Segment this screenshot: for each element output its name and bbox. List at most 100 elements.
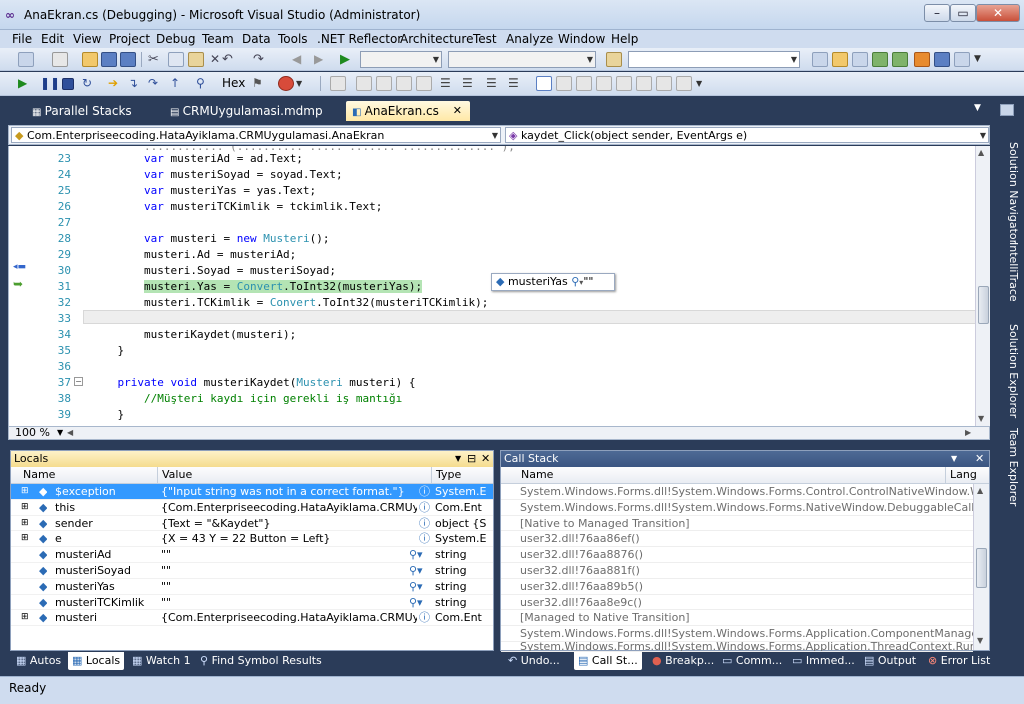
zoom-chevron-down-icon[interactable]: ▼ — [57, 427, 63, 439]
solution-configuration-combo[interactable]: ▼ — [360, 51, 442, 68]
tab-breakpoints[interactable]: ● Breakp... — [648, 652, 718, 670]
magnifier-icon[interactable]: ⚲▾ — [409, 595, 423, 610]
continue-debug-icon[interactable]: ▶ — [340, 52, 356, 67]
table-row[interactable]: ◆ musteriSoyad "" ⚲▾ string — [11, 563, 493, 579]
close-icon[interactable]: ✕ — [975, 451, 984, 467]
redo-icon[interactable]: ↷ — [253, 52, 269, 67]
comment-lines-icon[interactable]: ☰ — [486, 76, 502, 91]
increase-indent-icon[interactable]: ☰ — [462, 76, 478, 91]
tab-locals[interactable]: ▦ Locals — [68, 652, 125, 670]
tab-error-list[interactable]: ⊗ Error List — [924, 652, 994, 670]
member-list-icon[interactable] — [356, 76, 372, 91]
new-project-icon[interactable] — [18, 52, 34, 67]
rail-tab-intellitrace[interactable]: IntelliTrace — [998, 238, 1020, 306]
tab-output[interactable]: ▤ Output — [860, 652, 920, 670]
table-row[interactable]: ⊞ ◆ e {X = 43 Y = 22 Button = Left} ⓘ Sy… — [11, 531, 493, 548]
table-row[interactable]: ⊞ ◆ sender {Text = "&Kaydet"} ⓘ object {… — [11, 516, 493, 532]
menu-debug[interactable]: Debug — [156, 31, 195, 47]
menu-architecture[interactable]: Architecture — [400, 31, 473, 47]
hex-display-toggle[interactable]: Hex — [222, 75, 245, 92]
continue-icon[interactable]: ▶ — [18, 76, 34, 91]
solution-navigator-icon[interactable] — [1000, 104, 1014, 116]
code-editor[interactable]: ............ (.......... ..... ....... .… — [8, 146, 990, 426]
save-icon[interactable] — [101, 52, 117, 67]
undo-icon[interactable]: ↶ — [222, 52, 238, 67]
column-header-language[interactable]: Lang — [945, 467, 977, 483]
collapse-region-icon[interactable]: − — [74, 377, 83, 386]
bookmark-icon[interactable] — [536, 76, 552, 91]
menu-data[interactable]: Data — [242, 31, 271, 47]
pin-icon[interactable]: ⊟ — [467, 451, 476, 467]
next-bookmark-in-folder-icon[interactable] — [616, 76, 632, 91]
column-header-name[interactable]: Name — [23, 467, 55, 483]
scroll-left-icon[interactable]: ◀ — [67, 427, 73, 439]
tab-watch-1[interactable]: ▦ Watch 1 — [128, 652, 195, 670]
table-row[interactable]: ◆ musteriTCKimlik "" ⚲▾ string — [11, 595, 493, 611]
tab-parallel-stacks[interactable]: ▦ Parallel Stacks — [26, 101, 138, 121]
list-item[interactable]: [Native to Managed Transition] — [501, 516, 973, 532]
list-item[interactable]: System.Windows.Forms.dll!System.Windows.… — [501, 500, 973, 516]
window-layout-icon[interactable] — [954, 52, 970, 67]
list-item[interactable]: [Managed to Native Transition] — [501, 610, 973, 627]
editor-vertical-scrollbar[interactable]: ▲ ▼ — [975, 146, 990, 426]
list-item[interactable]: System.Windows.Forms.dll!System.Windows.… — [501, 484, 973, 500]
menu-test[interactable]: Test — [473, 31, 497, 47]
step-into-icon[interactable]: ↴ — [128, 76, 144, 91]
paste-icon[interactable] — [188, 52, 204, 67]
breakpoints-menu-chevron-down-icon[interactable]: ▼ — [296, 76, 312, 91]
minimize-button[interactable]: – — [924, 4, 950, 22]
magnifier-icon[interactable]: ⚲▾ — [409, 579, 423, 594]
member-combo[interactable]: ◈ kaydet_Click(object sender, EventArgs … — [505, 127, 989, 143]
tab-crmuygulamasi-mdmp[interactable]: ▤ CRMUygulamasi.mdmp — [164, 101, 329, 121]
extension-manager-icon[interactable] — [914, 52, 930, 67]
find-in-files-icon[interactable] — [606, 52, 622, 67]
decrease-indent-icon[interactable]: ☰ — [440, 76, 456, 91]
menu-file[interactable]: File — [12, 31, 32, 47]
tab-call-stack[interactable]: ▤ Call St... — [574, 652, 642, 670]
break-all-icon[interactable]: ❚❚ — [40, 76, 60, 91]
restart-icon[interactable]: ↻ — [82, 76, 98, 91]
tab-overflow-chevron-down-icon[interactable]: ▼ — [974, 103, 981, 113]
table-row[interactable]: ⊞ ◆ musteri {Com.Enterpriseecoding.HataA… — [11, 610, 493, 627]
parameter-info-icon[interactable] — [376, 76, 392, 91]
maximize-button[interactable]: ▭ — [950, 4, 976, 22]
rail-tab-team-explorer[interactable]: Team Explorer — [998, 424, 1020, 510]
quick-info-icon[interactable] — [396, 76, 412, 91]
copy-icon[interactable] — [168, 52, 184, 67]
save-all-icon[interactable] — [120, 52, 136, 67]
list-item[interactable]: user32.dll!76aa86ef() — [501, 531, 973, 548]
bookmark-window-icon[interactable] — [676, 76, 692, 91]
command-window-icon[interactable] — [934, 52, 950, 67]
expand-icon[interactable]: ⊞ — [21, 531, 29, 546]
complete-word-icon[interactable] — [416, 76, 432, 91]
previous-bookmark-icon[interactable] — [556, 76, 572, 91]
add-item-icon[interactable] — [52, 52, 68, 67]
tab-immediate-window[interactable]: ▭ Immed... — [788, 652, 859, 670]
navigate-forward-icon[interactable]: ▶ — [314, 52, 330, 67]
menu-tools[interactable]: Tools — [278, 31, 308, 47]
tab-undo[interactable]: ↶ Undo... — [504, 652, 564, 670]
toggle-task-list-icon[interactable] — [656, 76, 672, 91]
expand-icon[interactable]: ⊞ — [21, 500, 29, 515]
scroll-thumb[interactable] — [976, 548, 987, 588]
step-over-icon[interactable]: ↷ — [148, 76, 164, 91]
class-combo[interactable]: ◆ Com.Enterpriseecoding.HataAyiklama.CRM… — [11, 127, 501, 143]
tab-find-symbol-results[interactable]: ⚲ Find Symbol Results — [196, 652, 326, 670]
scroll-down-icon[interactable]: ▼ — [978, 414, 984, 423]
magnifier-icon[interactable]: ⚲▾ — [409, 547, 423, 562]
menu-help[interactable]: Help — [611, 31, 638, 47]
scroll-thumb[interactable] — [978, 286, 989, 324]
column-header-name[interactable]: Name — [521, 467, 553, 483]
stop-debugging-icon[interactable] — [62, 78, 74, 90]
zoom-level[interactable]: 100 % — [15, 427, 50, 439]
table-row[interactable]: ◆ musteriYas "" ⚲▾ string — [11, 579, 493, 595]
tab-close-icon[interactable]: ✕ — [453, 101, 462, 121]
toolbox-icon[interactable] — [872, 52, 888, 67]
scroll-right-icon[interactable]: ▶ — [965, 427, 971, 439]
list-item[interactable]: System.Windows.Forms.dll!System.Windows.… — [501, 626, 973, 642]
column-header-value[interactable]: Value — [157, 467, 192, 483]
object-browser-icon[interactable] — [330, 76, 346, 91]
toolbar-options-chevron-down-icon[interactable]: ▼ — [974, 52, 990, 67]
find-combo[interactable]: ▼ — [628, 51, 800, 68]
list-item[interactable]: user32.dll!76aa8e9c() — [501, 595, 973, 611]
